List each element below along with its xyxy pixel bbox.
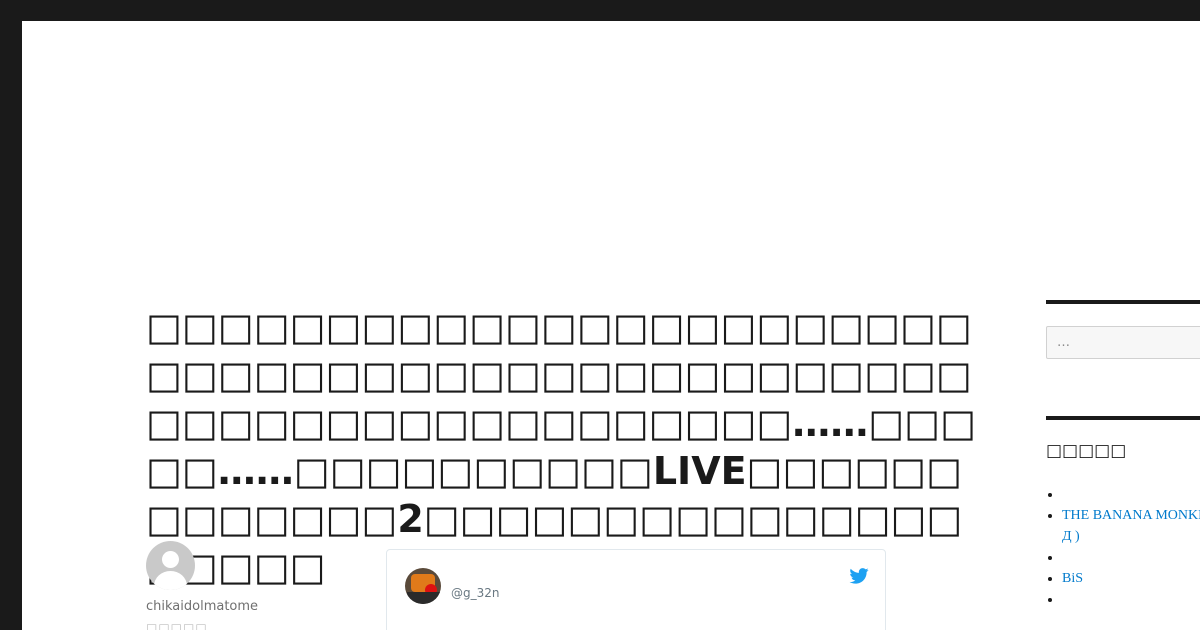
tweet-avatar[interactable] xyxy=(405,568,441,604)
list-item xyxy=(1062,484,1200,505)
author-name[interactable]: chikaidolmatome xyxy=(146,599,258,614)
avatar-head xyxy=(162,551,179,568)
author-avatar xyxy=(146,541,195,590)
tweet-handle[interactable]: @g_32n xyxy=(451,586,500,600)
page: □□□□□□□□□□□□□□□□□□□□□□□□□□□□□□□□□□□□□□□□… xyxy=(22,21,1200,630)
widget-title: □□□□□ xyxy=(1046,441,1127,461)
list-item xyxy=(1062,547,1200,568)
list-item xyxy=(1062,589,1200,610)
sidebar: □□□□□ THE BANANA MONKEYS Д ) BiS xyxy=(1046,21,1200,630)
list-item: BiS xyxy=(1062,568,1200,589)
category-link-continuation[interactable]: Д ) xyxy=(1062,529,1080,544)
article-title: □□□□□□□□□□□□□□□□□□□□□□□□□□□□□□□□□□□□□□□□… xyxy=(146,305,976,589)
category-list: THE BANANA MONKEYS Д ) BiS xyxy=(1046,484,1200,610)
category-link-the-banana-monkeys[interactable]: THE BANANA MONKEYS xyxy=(1062,508,1200,523)
search-input[interactable] xyxy=(1046,326,1200,359)
sidebar-divider xyxy=(1046,300,1200,304)
tweet-embed[interactable]: @g_32n xyxy=(386,549,886,630)
author-meta: □□□□□ xyxy=(146,621,208,630)
ad-area xyxy=(22,21,1200,291)
avatar-body xyxy=(154,571,187,590)
sidebar-divider xyxy=(1046,416,1200,420)
category-link-bis[interactable]: BiS xyxy=(1062,571,1083,586)
list-item: THE BANANA MONKEYS Д ) xyxy=(1062,505,1200,547)
twitter-bird-icon[interactable] xyxy=(849,568,869,584)
